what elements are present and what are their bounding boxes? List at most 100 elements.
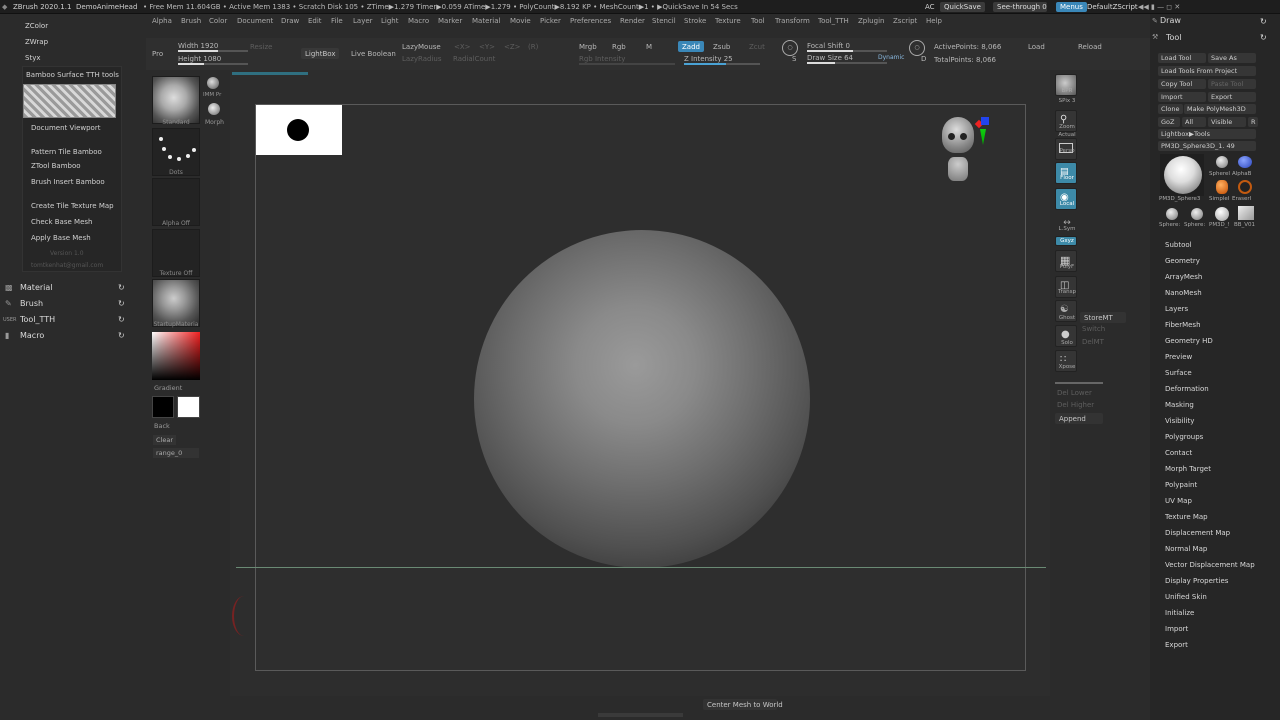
load-tools-from-project-button[interactable]: Load Tools From Project <box>1158 66 1256 76</box>
rgb-button[interactable]: Rgb <box>612 43 626 51</box>
document-viewport-button[interactable]: Document Viewport <box>31 124 100 132</box>
load-tool-button[interactable]: Load Tool <box>1158 53 1206 63</box>
pm3d-tool-icon[interactable] <box>1215 207 1229 221</box>
live-boolean-button[interactable]: Live Boolean <box>351 50 396 58</box>
subpalette-polygroups[interactable]: Polygroups <box>1165 433 1203 441</box>
subpalette-masking[interactable]: Masking <box>1165 401 1194 409</box>
subpalette-normal-map[interactable]: Normal Map <box>1165 545 1207 553</box>
sphere-mesh[interactable] <box>474 230 810 568</box>
subpalette-displacement-map[interactable]: Displacement Map <box>1165 529 1230 537</box>
subpalette-geometry-hd[interactable]: Geometry HD <box>1165 337 1213 345</box>
zsub-button[interactable]: Zsub <box>713 43 730 51</box>
height-slider-track[interactable] <box>178 63 248 65</box>
color-picker[interactable] <box>152 332 200 380</box>
subpalette-display-properties[interactable]: Display Properties <box>1165 577 1228 585</box>
menu-macro[interactable]: Macro <box>408 17 429 25</box>
palette-tool-tth[interactable]: USER Tool_TTH ↻ <box>0 313 130 327</box>
menu-marker[interactable]: Marker <box>438 17 462 25</box>
subpalette-export[interactable]: Export <box>1165 641 1188 649</box>
focal-shift-track[interactable] <box>807 50 887 52</box>
clone-button[interactable]: Clone <box>1158 104 1183 114</box>
subpalette-subtool[interactable]: Subtool <box>1165 241 1192 249</box>
menu-edit[interactable]: Edit <box>308 17 322 25</box>
clear-button[interactable]: Clear <box>153 435 176 445</box>
reload-button[interactable]: Reload <box>1078 43 1102 51</box>
append-button[interactable]: Append <box>1055 413 1103 424</box>
alphab-tool-icon[interactable] <box>1238 156 1252 168</box>
menu-zplugin[interactable]: Zplugin <box>858 17 884 25</box>
quicksave-button[interactable]: QuickSave <box>940 2 985 12</box>
subpalette-preview[interactable]: Preview <box>1165 353 1192 361</box>
draw-palette-title[interactable]: Draw <box>1160 16 1181 25</box>
z-intensity-track[interactable] <box>684 63 760 65</box>
menu-preferences[interactable]: Preferences <box>570 17 611 25</box>
make-polymesh3d-button[interactable]: Make PolyMesh3D <box>1184 104 1256 114</box>
sym-y-button[interactable]: <Y> <box>479 43 495 51</box>
subpalette-uv-map[interactable]: UV Map <box>1165 497 1192 505</box>
apply-base-mesh-button[interactable]: Apply Base Mesh <box>31 234 91 242</box>
back-label[interactable]: Back <box>154 422 170 430</box>
spix-slider[interactable]: SPix 3 <box>1052 98 1082 104</box>
subpalette-arraymesh[interactable]: ArrayMesh <box>1165 273 1202 281</box>
menu-material[interactable]: Material <box>472 17 500 25</box>
load-button[interactable]: Load <box>1028 43 1045 51</box>
sphere-tool-icon[interactable] <box>1191 208 1203 220</box>
current-tool-thumbnail[interactable] <box>1160 154 1204 196</box>
subtool-slider[interactable] <box>1055 382 1103 384</box>
subpalette-contact[interactable]: Contact <box>1165 449 1192 457</box>
refresh-icon[interactable]: ↻ <box>118 283 125 292</box>
menu-transform[interactable]: Transform <box>775 17 810 25</box>
switch-button[interactable]: Switch <box>1082 325 1105 333</box>
bottom-shelf-handle[interactable] <box>598 713 683 717</box>
menu-color[interactable]: Color <box>209 17 227 25</box>
bamboo-pattern-thumbnail[interactable] <box>23 84 116 118</box>
menu-stencil[interactable]: Stencil <box>652 17 676 25</box>
export-button[interactable]: Export <box>1208 92 1256 102</box>
goz-visible-button[interactable]: Visible <box>1208 117 1246 127</box>
sphere-tool-icon[interactable] <box>1216 156 1228 168</box>
window-controls-icon[interactable]: ◀◀ ▮ — ◻ ✕ <box>1138 3 1180 11</box>
tool-palette-title[interactable]: Tool <box>1166 33 1182 42</box>
copy-tool-button[interactable]: Copy Tool <box>1158 79 1206 89</box>
goz-r-button[interactable]: R <box>1248 117 1258 127</box>
sym-r-button[interactable]: (R) <box>528 43 538 51</box>
simple-brush-icon[interactable] <box>1216 180 1228 194</box>
secondary-color-swatch[interactable] <box>152 396 174 418</box>
save-as-button[interactable]: Save As <box>1208 53 1256 63</box>
lazymouse-button[interactable]: LazyMouse <box>402 43 441 51</box>
mrgb-button[interactable]: Mrgb <box>579 43 597 51</box>
document-canvas[interactable] <box>236 104 1046 671</box>
styx-menu-item[interactable]: Styx <box>25 54 40 62</box>
zadd-button[interactable]: Zadd <box>678 41 704 52</box>
menu-draw[interactable]: Draw <box>281 17 299 25</box>
subpalette-visibility[interactable]: Visibility <box>1165 417 1194 425</box>
del-higher-button[interactable]: Del Higher <box>1057 401 1094 409</box>
ac-label[interactable]: AC <box>925 3 935 11</box>
subpalette-initialize[interactable]: Initialize <box>1165 609 1194 617</box>
zcolor-menu-item[interactable]: ZColor <box>25 22 48 30</box>
brush-insert-bamboo-button[interactable]: Brush Insert Bamboo <box>31 178 105 186</box>
bb-tool-icon[interactable] <box>1238 206 1254 220</box>
width-slider[interactable]: Width 1920 <box>178 42 218 50</box>
zwrap-menu-item[interactable]: ZWrap <box>25 38 48 46</box>
z-intensity-slider[interactable]: Z Intensity 25 <box>684 55 733 63</box>
sphere-tool-icon[interactable] <box>1166 208 1178 220</box>
m-button[interactable]: M <box>646 43 652 51</box>
ztool-bamboo-button[interactable]: ZTool Bamboo <box>31 162 81 170</box>
rgb-intensity-slider[interactable]: Rgb Intensity <box>579 55 625 63</box>
default-zscript-button[interactable]: DefaultZScript <box>1083 2 1142 12</box>
pro-toggle[interactable]: Pro <box>152 50 163 58</box>
resize-button[interactable]: Resize <box>250 43 272 51</box>
morph-brush-icon[interactable] <box>208 103 220 115</box>
goz-button[interactable]: GoZ <box>1158 117 1180 127</box>
see-through-slider[interactable]: See-through 0 <box>993 2 1047 12</box>
radialcount-slider[interactable]: RadialCount <box>453 55 495 63</box>
height-slider[interactable]: Height 1080 <box>178 55 221 63</box>
menu-movie[interactable]: Movie <box>510 17 531 25</box>
subpalette-morph-target[interactable]: Morph Target <box>1165 465 1211 473</box>
create-tile-texture-map-button[interactable]: Create Tile Texture Map <box>31 202 114 210</box>
brush-thumbnail[interactable] <box>152 76 200 124</box>
menu-render[interactable]: Render <box>620 17 645 25</box>
menu-tool[interactable]: Tool <box>751 17 765 25</box>
subpalette-vector-displacement-map[interactable]: Vector Displacement Map <box>1165 561 1255 569</box>
